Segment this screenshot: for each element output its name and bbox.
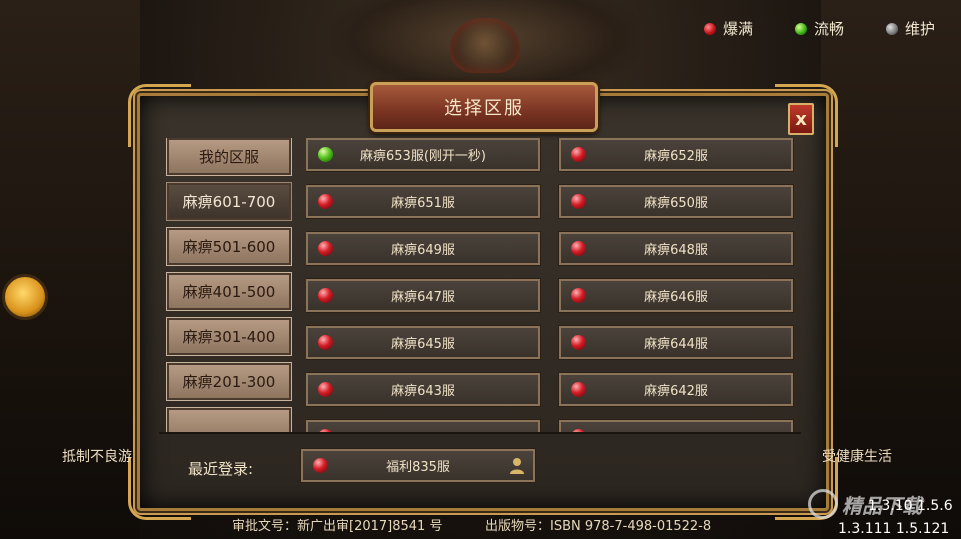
server-button[interactable]: 麻痹649服 [306,231,541,266]
category-tab[interactable]: 麻痹401-500 [166,272,292,311]
server-label: 麻痹648服 [644,243,708,258]
server-label: 麻痹645服 [391,337,455,352]
version-line-1: 1.3.10 1.5.6 [868,498,953,514]
server-button[interactable]: 麻痹651服 [306,184,541,219]
legend-item-red: 爆满 [703,18,753,39]
status-red-icon [571,288,586,303]
divider [159,432,801,434]
user-icon [510,458,524,474]
server-button[interactable]: 麻痹643服 [306,372,541,407]
health-notice-right: 受健康生活 [822,449,892,465]
legend-label: 流畅 [813,20,844,38]
server-button[interactable]: 麻痹652服 [558,138,794,172]
server-label: 麻痹652服 [644,149,708,164]
server-label: 麻痹646服 [644,290,708,305]
server-button[interactable]: 麻痹653服(刚开一秒) [306,138,541,172]
isbn-number: 出版物号：ISBN 978-7-498-01522-8 [485,519,712,534]
status-red-icon [571,382,586,397]
recent-server-label: 福利835服 [386,460,450,475]
server-button[interactable]: 麻痹646服 [558,278,794,313]
status-legend: 爆满 流畅 维护 [703,18,935,39]
server-label: 麻痹653服(刚开一秒) [360,149,486,164]
server-button[interactable]: 麻痹650服 [558,184,794,219]
server-label: 麻痹644服 [644,337,708,352]
status-red-icon [703,22,716,35]
status-red-icon [318,194,333,209]
status-red-icon [571,194,586,209]
legend-label: 维护 [904,20,935,38]
status-red-icon [571,147,586,162]
server-button[interactable]: 麻痹645服 [306,325,541,360]
watermark-icon [808,489,838,519]
server-button[interactable]: 麻痹644服 [558,325,794,360]
avatar-icon[interactable] [2,274,48,320]
status-red-icon [318,241,333,256]
status-red-icon [571,241,586,256]
category-tab[interactable]: 我的区服 [166,138,292,176]
server-label: 麻痹649服 [391,243,455,258]
server-grid: 麻痹653服(刚开一秒) 麻痹652服 麻痹651服 麻痹650服 麻痹649服 麻痹64… [306,138,798,433]
version-line-2: 1.3.111 1.5.121 [838,521,950,537]
status-red-icon [571,335,586,350]
category-tab[interactable]: 麻痹301-400 [166,317,292,356]
status-gray-icon [885,22,898,35]
category-list: 我的区服麻痹601-700 麻痹501-600 麻痹401-500 麻痹301-400… [165,138,295,433]
category-tab[interactable]: 麻痹201-300 [166,362,292,401]
server-label: 麻痹642服 [644,384,708,399]
status-red-icon [318,335,333,350]
server-label: 麻痹651服 [391,196,455,211]
legend-item-green: 流畅 [794,18,844,39]
server-label: 麻痹643服 [391,384,455,399]
status-red-icon [318,288,333,303]
close-button[interactable]: x [788,103,814,135]
status-green-icon [318,147,333,162]
status-red-icon [318,382,333,397]
legend-item-gray: 维护 [885,18,935,39]
category-tab[interactable]: 麻痹601-700 [166,182,292,221]
server-button[interactable]: 麻痹648服 [558,231,794,266]
approval-number: 审批文号：新广出审[2017]8541 号 [232,519,443,534]
dragon-ornament [330,0,640,95]
status-red-icon [313,458,328,473]
category-tab[interactable]: 麻痹501-600 [166,227,292,266]
server-button[interactable]: 麻痹642服 [558,372,794,407]
legend-label: 爆满 [722,20,753,38]
panel-title: 选择区服 [370,82,598,132]
recent-login-label: 最近登录: [188,460,254,478]
server-label: 麻痹647服 [391,290,455,305]
category-tab-partial[interactable] [166,407,292,433]
server-button[interactable]: 麻痹647服 [306,278,541,313]
status-green-icon [794,22,807,35]
recent-server-button[interactable]: 福利835服 [300,448,536,483]
health-notice-left: 抵制不良游 [62,449,132,465]
server-label: 麻痹650服 [644,196,708,211]
